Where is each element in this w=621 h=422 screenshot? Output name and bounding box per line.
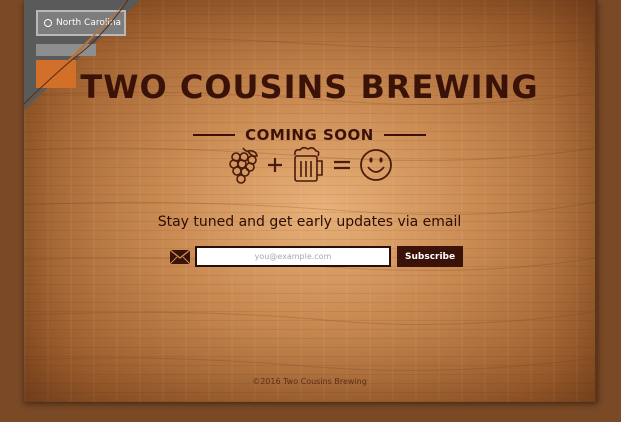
plus-icon [267, 158, 282, 172]
peel-flap [23, 0, 129, 105]
footer-copyright: ©2016 Two Cousins Brewing [252, 377, 367, 386]
coming-soon-label: COMING SOON [245, 126, 374, 144]
divider-right [383, 134, 426, 136]
email-signup-form: Subscribe [169, 246, 464, 267]
beer-mug-icon [293, 146, 323, 182]
email-input[interactable] [195, 246, 391, 267]
page-peel-corner[interactable]: North Carolina [0, 0, 140, 110]
subscribe-button[interactable]: Subscribe [397, 246, 464, 267]
equation-illustration [24, 146, 595, 184]
signup-tagline: Stay tuned and get early updates via ema… [157, 214, 462, 230]
grapes-icon [228, 147, 258, 184]
coming-soon-banner: COMING SOON [193, 126, 426, 144]
equals-icon [333, 160, 350, 170]
envelope-icon [169, 248, 191, 264]
smiley-icon [359, 149, 392, 181]
divider-left [193, 134, 236, 136]
